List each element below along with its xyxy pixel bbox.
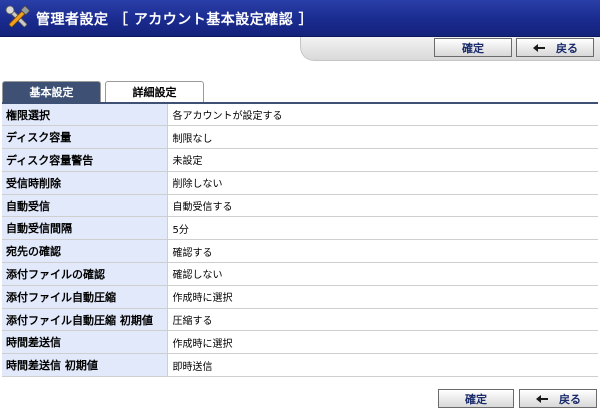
- setting-value: 削除しない: [167, 171, 598, 195]
- page-title: 管理者設定 ［ アカウント基本設定確認 ］: [36, 12, 314, 28]
- setting-label: 添付ファイルの確認: [2, 262, 168, 286]
- setting-label: ディスク容量警告: [2, 148, 168, 172]
- tools-icon: [5, 5, 30, 28]
- table-row: 自動受信間隔 5分: [2, 216, 598, 241]
- table-row: 添付ファイル自動圧縮 作成時に選択: [2, 285, 598, 309]
- table-row: 自動受信 自動受信する: [2, 194, 598, 218]
- back-arrow-icon: [535, 394, 549, 404]
- setting-value: 確認しない: [167, 262, 598, 286]
- setting-label: 権限選択: [2, 103, 168, 127]
- setting-value: 即時送信: [167, 353, 598, 378]
- confirm-button-label: 確定: [465, 392, 487, 406]
- setting-value: 作成時に選択: [167, 330, 598, 355]
- setting-value: 確認する: [167, 239, 598, 264]
- back-button-label: 戻る: [556, 41, 578, 55]
- back-arrow-icon: [532, 43, 546, 53]
- setting-label: 時間差送信 初期値: [2, 353, 168, 378]
- setting-label: 時間差送信: [2, 330, 168, 355]
- setting-value: 5分: [167, 216, 598, 241]
- table-row: 宛先の確認 確認する: [2, 239, 598, 264]
- setting-value: 自動受信する: [167, 194, 598, 218]
- table-row: 権限選択 各アカウントが設定する: [2, 103, 598, 127]
- tab-detail-settings[interactable]: 詳細設定: [105, 81, 204, 102]
- table-row: ディスク容量警告 未設定: [2, 148, 598, 172]
- table-row: 添付ファイル自動圧縮 初期値 圧縮する: [2, 308, 598, 332]
- setting-label: 添付ファイル自動圧縮: [2, 285, 168, 309]
- back-button-bottom[interactable]: 戻る: [519, 389, 597, 408]
- setting-value: 作成時に選択: [167, 285, 598, 309]
- table-row: 添付ファイルの確認 確認しない: [2, 262, 598, 286]
- table-row: 時間差送信 初期値 即時送信: [2, 353, 598, 378]
- setting-label: 自動受信間隔: [2, 216, 168, 241]
- tab-basic-settings[interactable]: 基本設定: [2, 81, 101, 102]
- setting-label: 自動受信: [2, 194, 168, 218]
- confirm-button-top[interactable]: 確定: [434, 38, 512, 57]
- setting-label: ディスク容量: [2, 125, 168, 150]
- setting-value: 未設定: [167, 148, 598, 172]
- settings-table: 権限選択 各アカウントが設定する ディスク容量 制限なし ディスク容量警告 未設定 受…: [2, 102, 598, 378]
- setting-label: 宛先の確認: [2, 239, 168, 264]
- tab-label: 基本設定: [29, 86, 74, 99]
- table-row: 受信時削除 削除しない: [2, 171, 598, 195]
- back-button-top[interactable]: 戻る: [516, 38, 594, 57]
- setting-value: 制限なし: [167, 125, 598, 150]
- setting-label: 添付ファイル自動圧縮 初期値: [2, 308, 168, 332]
- confirm-button-label: 確定: [462, 41, 484, 55]
- tab-label: 詳細設定: [132, 86, 177, 99]
- setting-value: 圧縮する: [167, 308, 598, 332]
- setting-label: 受信時削除: [2, 171, 168, 195]
- back-button-label: 戻る: [559, 392, 581, 406]
- title-bar: 管理者設定 ［ アカウント基本設定確認 ］: [0, 0, 600, 37]
- confirm-button-bottom[interactable]: 確定: [438, 389, 514, 408]
- table-row: ディスク容量 制限なし: [2, 125, 598, 150]
- setting-value: 各アカウントが設定する: [167, 103, 598, 127]
- table-row: 時間差送信 作成時に選択: [2, 330, 598, 355]
